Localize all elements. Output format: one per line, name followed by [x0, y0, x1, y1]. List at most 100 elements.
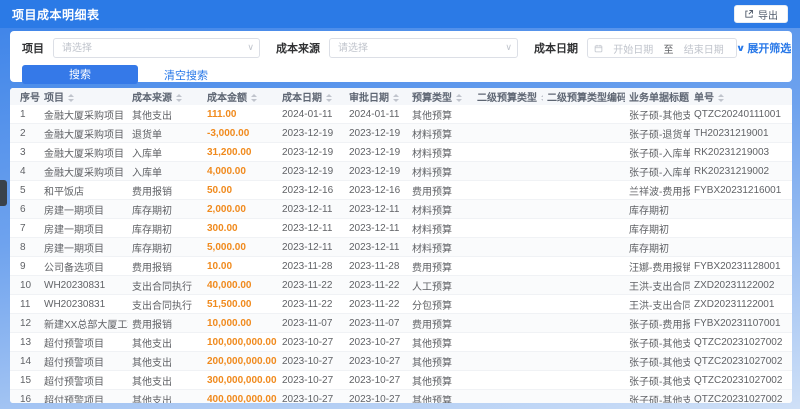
table-cell: [473, 237, 543, 257]
column-header[interactable]: 二级预算类型: [473, 88, 543, 105]
table-cell: [543, 180, 625, 200]
table-cell: 2024-01-11: [278, 105, 345, 124]
table-cell: FYBX20231128001: [690, 256, 792, 276]
table-cell: 费用报销: [128, 313, 203, 333]
table-cell: 其他预算: [408, 351, 473, 371]
column-header[interactable]: 审批日期: [345, 88, 408, 105]
table-cell: 材料预算: [408, 161, 473, 181]
table-cell: WH20230831: [40, 294, 128, 314]
column-header[interactable]: 业务单据标题: [625, 88, 690, 105]
table-cell: 2023-11-22: [345, 275, 408, 295]
sort-icon[interactable]: [176, 94, 182, 103]
table-row[interactable]: 2 金融大厦采购项目 退货单 -3,000.00 2023-12-19 2023-12-1…: [10, 123, 792, 143]
drawer-handle[interactable]: [0, 180, 7, 206]
table-row[interactable]: 9 公司备选项目 费用报销 10.00 2023-11-28 2023-11-28 费用预算…: [10, 256, 792, 276]
table-row[interactable]: 13 超付预警项目 其他支出 100,000,000.00 2023-10-27 2023…: [10, 332, 792, 352]
table-row[interactable]: 8 房建一期项目 库存期初 5,000.00 2023-12-11 2023-12-11 材…: [10, 237, 792, 257]
cost-source-select[interactable]: [329, 38, 518, 59]
table-cell: 2023-12-11: [345, 199, 408, 219]
table-cell: 金融大厦采购项目: [40, 161, 128, 181]
table-cell: 张子硕-其他支出: [625, 389, 690, 403]
table-cell: 张子硕-其他支出: [625, 370, 690, 390]
table-cell: 金融大厦采购项目: [40, 105, 128, 124]
sort-icon[interactable]: [326, 94, 332, 103]
sort-icon[interactable]: [251, 94, 257, 103]
table-cell: 库存期初: [128, 237, 203, 257]
sort-icon[interactable]: [718, 94, 724, 103]
project-select[interactable]: [53, 38, 260, 59]
export-button[interactable]: 导出: [734, 5, 788, 23]
clear-search-link[interactable]: 清空搜索: [164, 67, 208, 83]
table-cell: [690, 237, 792, 257]
table-cell: 2023-11-22: [278, 294, 345, 314]
sort-icon[interactable]: [541, 94, 543, 103]
table-cell: QTZC20231027002: [690, 389, 792, 403]
project-filter-label: 项目: [22, 43, 44, 55]
sort-icon[interactable]: [68, 94, 74, 103]
table-cell: 张子硕-其他支出: [625, 105, 690, 124]
table-cell: 入库单: [128, 161, 203, 181]
export-button-label: 导出: [758, 10, 778, 22]
column-header[interactable]: 成本日期: [278, 88, 345, 105]
table-cell: 2023-12-19: [278, 142, 345, 162]
table-cell: [543, 237, 625, 257]
column-header[interactable]: 单号: [690, 88, 792, 105]
table-cell: [543, 105, 625, 124]
table-cell: 费用报销: [128, 180, 203, 200]
column-header[interactable]: 二级预算类型编码: [543, 88, 625, 105]
table-cell: 2023-11-28: [278, 256, 345, 276]
table-cell: 王洪-支出合同执行: [625, 275, 690, 295]
table-cell: 10.00: [203, 256, 278, 276]
column-header[interactable]: 成本金额: [203, 88, 278, 105]
table-row[interactable]: 6 房建一期项目 库存期初 2,000.00 2023-12-11 2023-12-11 材…: [10, 199, 792, 219]
column-header[interactable]: 项目: [40, 88, 128, 105]
table-row[interactable]: 4 金融大厦采购项目 入库单 4,000.00 2023-12-19 2023-12-19…: [10, 161, 792, 181]
table-cell: 200,000,000.00: [203, 351, 278, 371]
sort-icon[interactable]: [456, 94, 462, 103]
table-cell: 31,200.00: [203, 142, 278, 162]
table-cell: [543, 332, 625, 352]
cost-date-range-input[interactable]: 开始日期 至 结束日期: [587, 38, 737, 58]
table-row[interactable]: 14 超付预警项目 其他支出 200,000,000.00 2023-10-27 2023…: [10, 351, 792, 371]
table-cell: 111.00: [203, 105, 278, 124]
start-date-placeholder[interactable]: 开始日期: [607, 41, 660, 56]
search-button[interactable]: 搜索: [22, 65, 138, 84]
table-cell: 分包预算: [408, 294, 473, 314]
end-date-placeholder[interactable]: 结束日期: [678, 41, 731, 56]
table-row[interactable]: 15 超付预警项目 其他支出 300,000,000.00 2023-10-27 2023…: [10, 370, 792, 390]
table-row[interactable]: 1 金融大厦采购项目 其他支出 111.00 2024-01-11 2024-01-11 其…: [10, 105, 792, 124]
table-cell: ZXD20231122002: [690, 275, 792, 295]
table-cell: 2,000.00: [203, 199, 278, 219]
table-cell: 金融大厦采购项目: [40, 123, 128, 143]
table-cell: FYBX20231107001: [690, 313, 792, 333]
table-cell: 张子硕-退货单: [625, 123, 690, 143]
table-cell: 其他预算: [408, 332, 473, 352]
table-cell: 其他预算: [408, 389, 473, 403]
table-cell: 2023-12-16: [345, 180, 408, 200]
table-cell: 金融大厦采购项目: [40, 142, 128, 162]
cost-detail-table: 序号 项目 成本来源 成本金额 成本日期 审批日期 预算类型 二级预算类型 二级预算类型编码 业务…: [10, 88, 792, 403]
table-row[interactable]: 3 金融大厦采购项目 入库单 31,200.00 2023-12-19 2023-12-1…: [10, 142, 792, 162]
table-row[interactable]: 11 WH20230831 支出合同执行 51,500.00 2023-11-22 202…: [10, 294, 792, 314]
table-row[interactable]: 10 WH20230831 支出合同执行 40,000.00 2023-11-22 202…: [10, 275, 792, 295]
column-header[interactable]: 预算类型: [408, 88, 473, 105]
table-cell: [543, 275, 625, 295]
table-cell: RK20231219002: [690, 161, 792, 181]
table-cell: 超付预警项目: [40, 332, 128, 352]
table-row[interactable]: 5 和平饭店 费用报销 50.00 2023-12-16 2023-12-16 费用预算 兰祥…: [10, 180, 792, 200]
table-cell: 库存期初: [625, 237, 690, 257]
table-cell: [473, 199, 543, 219]
table-cell: 2023-12-11: [278, 199, 345, 219]
filter-panel: 项目 ∨ 成本来源 ∨ 成本日期 开始日期: [10, 31, 792, 84]
table-row[interactable]: 12新建XX总部大厦工程二期费用报销10,000.002023-11-07202…: [10, 313, 792, 333]
table-cell: 支出合同执行: [128, 275, 203, 295]
column-header[interactable]: 成本来源: [128, 88, 203, 105]
table-row[interactable]: 7 房建一期项目 库存期初 300.00 2023-12-11 2023-12-11 材料预…: [10, 218, 792, 238]
expand-filter-link[interactable]: ∨ 展开筛选: [736, 40, 791, 56]
table-cell: 12: [10, 313, 40, 333]
table-row[interactable]: 16 超付预警项目 其他支出 400,000,000.00 2023-10-27 2023…: [10, 389, 792, 403]
table-cell: FYBX20231216001: [690, 180, 792, 200]
table-header: 序号 项目 成本来源 成本金额 成本日期 审批日期 预算类型 二级预算类型 二级预算类型编码 业务…: [10, 88, 792, 105]
table-cell: 张子硕-入库单: [625, 142, 690, 162]
sort-icon[interactable]: [393, 94, 399, 103]
